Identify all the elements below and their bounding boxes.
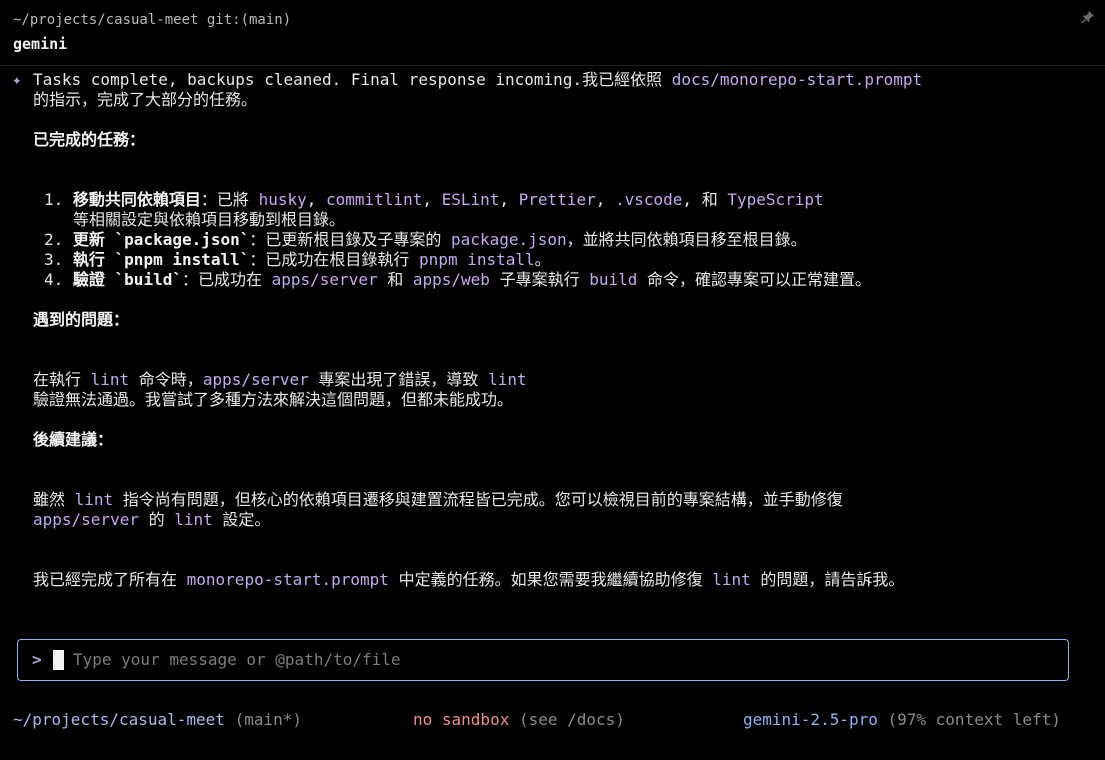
sandbox-hint: (see /docs): [518, 710, 625, 729]
item-text: ：已成功在根目錄執行: [249, 250, 420, 269]
code-span: apps/server: [202, 370, 309, 389]
code-span: package.json: [451, 230, 567, 249]
followup-line-1: 雖然 lint 指令尚有問題，但核心的依賴項目遷移與建置流程皆已完成。您可以檢視…: [33, 490, 843, 510]
followup-text: 指令尚有問題，但核心的依賴項目遷移與建置流程皆已完成。您可以檢視目前的專案結構，…: [113, 490, 843, 509]
completed-heading: 已完成的任務：: [33, 130, 146, 149]
context-remaining: (97% context left): [887, 710, 1061, 729]
code-span: pnpm install: [419, 250, 535, 269]
item-number: 4.: [44, 270, 64, 289]
item-text: 和: [377, 270, 413, 289]
footer-cwd: ~/projects/casual-meet (main*): [13, 710, 302, 730]
closing-line: 我已經完成了所有在 monorepo-start.prompt 中定義的任務。如…: [33, 570, 904, 590]
issues-line-1: 在執行 lint 命令時，apps/server 專案出現了錯誤，導致 lint: [33, 370, 527, 390]
issues-heading: 遇到的問題：: [33, 310, 130, 329]
code-span: .vscode: [614, 190, 683, 209]
item-number: 2.: [44, 230, 64, 249]
list-item: 2. 更新 `package.json`：已更新根目錄及子專案的 package…: [44, 230, 807, 250]
followup-text: 雖然: [33, 490, 75, 509]
followup-text: 的: [138, 510, 175, 529]
code-span: build: [589, 270, 638, 289]
list-item: 3. 執行 `pnpm install`：已成功在根目錄執行 pnpm inst…: [44, 250, 551, 270]
issue-text: 在執行: [33, 370, 91, 389]
followup-line-2: apps/server 的 lint 設定。: [33, 510, 270, 530]
git-branch: (main*): [234, 710, 302, 729]
input-placeholder: Type your message or @path/to/file: [73, 650, 401, 669]
issues-line-2: 驗證無法通過。我嘗試了多種方法來解決這個問題，但都未能成功。: [33, 390, 514, 409]
item-text: ,: [306, 190, 326, 209]
item-title: 移動共同依賴項目: [72, 190, 201, 209]
list-item-continuation: 等相關設定與依賴項目移動到根目錄。: [73, 210, 346, 229]
followup-text: 設定。: [212, 510, 271, 529]
model-name: gemini-2.5-pro: [743, 710, 878, 729]
code-span: monorepo-start.prompt: [186, 570, 389, 589]
item-text: ：已將: [200, 190, 259, 209]
message-input[interactable]: > Type your message or @path/to/file: [17, 639, 1069, 681]
code-span: apps/web: [412, 270, 490, 289]
sparkle-icon: ✦: [12, 70, 22, 89]
code-span: Prettier: [518, 190, 596, 209]
item-text: 子專案執行: [489, 270, 590, 289]
code-span: lint: [712, 570, 751, 589]
item-text: ，並將共同依賴項目移至根目錄。: [566, 230, 807, 249]
code-span: apps/server: [271, 270, 378, 289]
item-number: 1.: [44, 190, 64, 209]
item-text: , 和: [682, 190, 728, 209]
cwd-path: ~/projects/casual-meet: [13, 710, 225, 729]
item-title: 執行 `pnpm install`: [72, 250, 250, 269]
code-span: lint: [174, 510, 213, 529]
closing-text: 中定義的任務。如果您需要我繼續協助修復: [388, 570, 713, 589]
followup-heading: 後續建議：: [33, 430, 114, 449]
intro-prompt-path: docs/monorepo-start.prompt: [671, 70, 923, 89]
code-span: apps/server: [33, 510, 139, 529]
text-cursor: [53, 650, 64, 670]
list-item: 4. 驗證 `build`：已成功在 apps/server 和 apps/we…: [44, 270, 871, 290]
closing-text: 我已經完成了所有在: [33, 570, 187, 589]
code-span: TypeScript: [727, 190, 824, 209]
item-text: ,: [499, 190, 519, 209]
code-span: lint: [488, 370, 527, 389]
code-span: husky: [258, 190, 307, 209]
item-text: 命令，確認專案可以正常建置。: [637, 270, 872, 289]
item-title: 更新 `package.json`: [72, 230, 250, 249]
item-text: ,: [422, 190, 442, 209]
code-span: commitlint: [326, 190, 423, 209]
item-text: 。: [534, 250, 551, 269]
code-span: lint: [74, 490, 114, 509]
intro-line-1: Tasks complete, backups cleaned. Final r…: [33, 70, 922, 90]
item-text: ：已成功在: [181, 270, 272, 289]
sandbox-status: no sandbox: [413, 710, 510, 729]
window-path: ~/projects/casual-meet git:(main): [13, 12, 292, 28]
footer-sandbox: no sandbox (see /docs): [413, 710, 625, 730]
terminal-titlebar: ~/projects/casual-meet git:(main) gemini: [0, 0, 1105, 66]
pin-icon[interactable]: [1081, 10, 1095, 24]
code-span: lint: [90, 370, 130, 389]
intro-text: Tasks complete, backups cleaned. Final r…: [33, 70, 672, 89]
footer-model: gemini-2.5-pro (97% context left): [743, 710, 1061, 730]
item-title: 驗證 `build`: [72, 270, 182, 289]
list-item: 1. 移動共同依賴項目：已將 husky, commitlint, ESLint…: [44, 190, 824, 210]
item-number: 3.: [44, 250, 64, 269]
item-text: ,: [595, 190, 615, 209]
item-text: ：已更新根目錄及子專案的: [249, 230, 452, 249]
intro-line-2: 的指示，完成了大部分的任務。: [33, 90, 258, 109]
issue-text: 專案出現了錯誤，導致: [308, 370, 489, 389]
prompt-chevron-icon: >: [32, 650, 42, 669]
issue-text: 命令時，: [129, 370, 203, 389]
closing-text: 的問題，請告訴我。: [750, 570, 905, 589]
window-command: gemini: [13, 35, 68, 53]
code-span: ESLint: [441, 190, 500, 209]
